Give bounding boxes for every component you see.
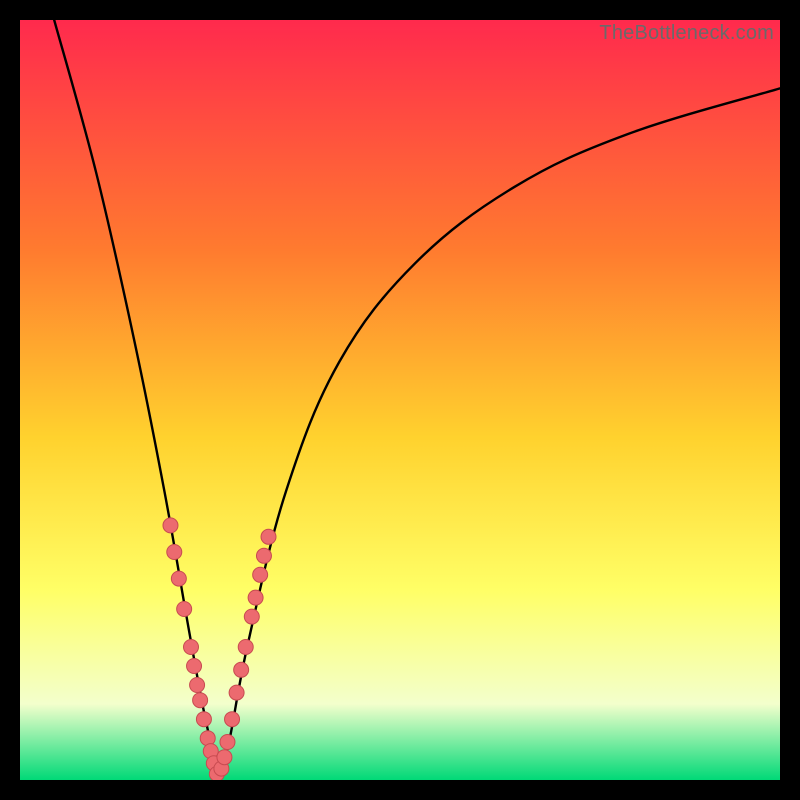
data-marker: [167, 545, 182, 560]
data-marker: [193, 693, 208, 708]
data-marker: [261, 529, 276, 544]
data-marker: [163, 518, 178, 533]
data-marker: [234, 662, 249, 677]
data-marker: [256, 548, 271, 563]
data-marker: [177, 602, 192, 617]
data-marker: [184, 640, 199, 655]
data-marker: [229, 685, 244, 700]
data-marker: [187, 659, 202, 674]
bottleneck-curve-chart: [20, 20, 780, 780]
data-marker: [220, 735, 235, 750]
data-marker: [248, 590, 263, 605]
data-marker: [244, 609, 259, 624]
chart-frame: TheBottleneck.com: [20, 20, 780, 780]
data-marker: [217, 750, 232, 765]
data-marker: [225, 712, 240, 727]
data-marker: [190, 678, 205, 693]
data-marker: [171, 571, 186, 586]
data-marker: [253, 567, 268, 582]
watermark-text: TheBottleneck.com: [599, 22, 774, 45]
data-marker: [238, 640, 253, 655]
data-marker: [196, 712, 211, 727]
gradient-background: [20, 20, 780, 780]
